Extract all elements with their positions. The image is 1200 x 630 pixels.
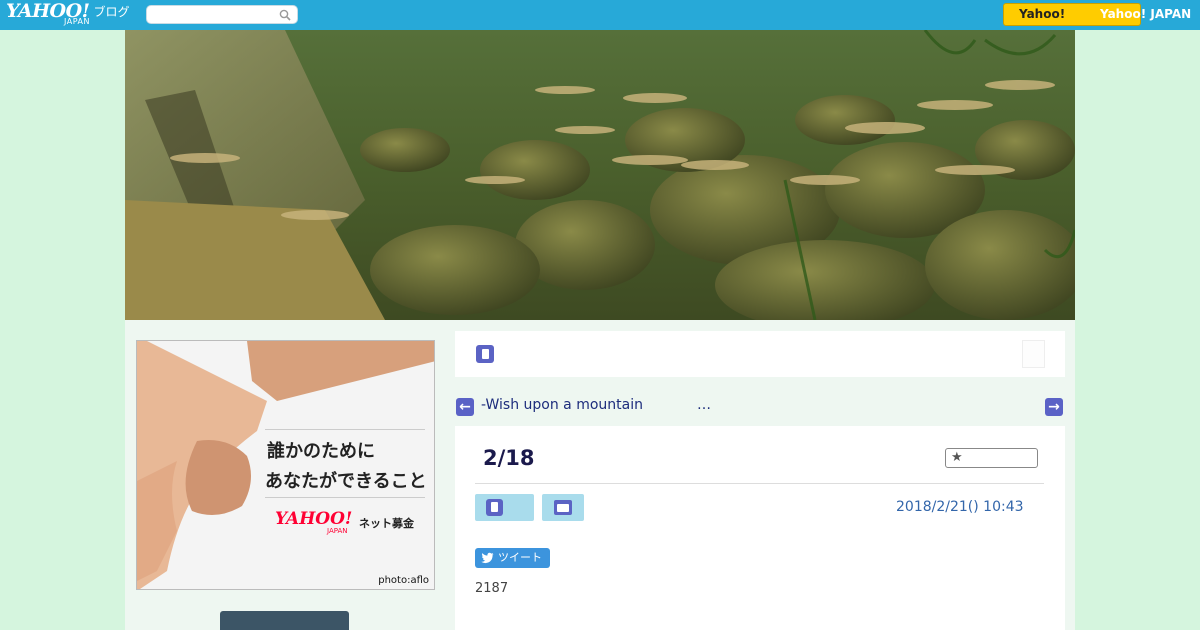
next-article-arrow-icon[interactable]: → — [1045, 398, 1063, 416]
prev-article-arrow-icon[interactable]: ← — [456, 398, 474, 416]
tweet-button[interactable]: ツイート — [475, 548, 550, 568]
sidebar-ad-banner[interactable]: 誰かのために あなたができること YAHOO! JAPAN ネット募金 phot… — [136, 340, 435, 590]
logo-sub-text: JAPAN — [64, 17, 90, 26]
ad-headline-1: 誰かのために — [267, 441, 375, 462]
nav-blank-button[interactable] — [1022, 340, 1045, 368]
ad-divider-top — [265, 429, 425, 430]
twitter-bird-icon — [481, 552, 494, 564]
blog-nav-box — [455, 331, 1065, 377]
ad-divider-bottom — [265, 497, 425, 498]
search-box — [146, 5, 298, 26]
favorite-button[interactable]: ★ — [945, 448, 1038, 468]
article-title: 2/18 — [483, 446, 535, 470]
yahoo-blog-logo[interactable]: YAHOO! JAPAN ブログ — [6, 1, 130, 29]
book-icon — [486, 499, 503, 516]
article-card: 2/18 ★ 2018/2/21() 10:43 ツイート 2187 — [455, 426, 1065, 630]
logo-blog-text: ブログ — [93, 5, 130, 19]
search-input[interactable] — [147, 9, 277, 26]
search-icon[interactable] — [279, 9, 291, 21]
ad-yahoo-logo-sub: JAPAN — [327, 527, 348, 535]
article-date: 2018/2/21() 10:43 — [896, 499, 1024, 515]
top-bar: YAHOO! JAPAN ブログ Yahoo! Yahoo! JAPAN — [0, 0, 1200, 30]
ad-headline-2: あなたができること — [265, 471, 427, 492]
star-icon: ★ — [951, 450, 963, 465]
clasped-hands-image — [137, 341, 434, 589]
next-article-link[interactable]: … — [697, 397, 711, 413]
folder-category-button[interactable] — [542, 494, 584, 521]
prev-article-link[interactable]: -Wish upon a mountain — [481, 397, 643, 413]
header-image — [125, 30, 1075, 320]
ad-yahoo-logo: YAHOO! — [275, 509, 353, 529]
article-body: 2187 — [475, 581, 509, 596]
ad-tagline: ネット募金 — [359, 517, 414, 530]
article-divider — [475, 483, 1044, 484]
stream-fish-photo — [125, 30, 1075, 320]
folder-icon — [554, 500, 572, 515]
book-category-button[interactable] — [475, 494, 534, 521]
sidebar-profile-thumbnail[interactable] — [220, 611, 349, 630]
book-icon[interactable] — [476, 345, 494, 363]
ad-photo-credit: photo:aflo — [378, 575, 429, 586]
yahoo-japan-link[interactable]: Yahoo! JAPAN — [1100, 7, 1191, 21]
yahoo-top-button-label: Yahoo! — [1019, 7, 1066, 21]
tweet-button-label: ツイート — [498, 551, 542, 564]
